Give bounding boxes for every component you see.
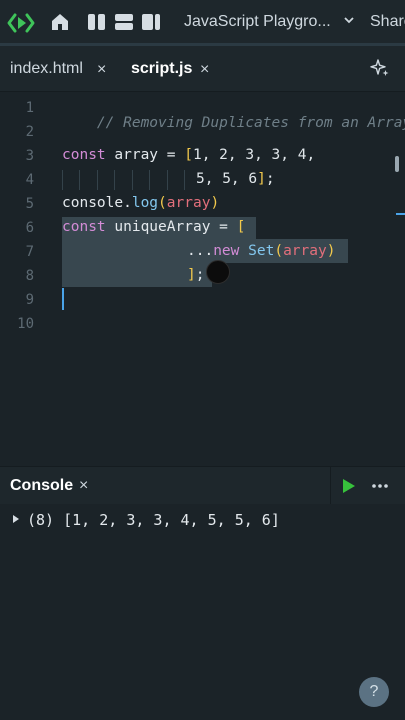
text-cursor [62, 288, 64, 310]
array-values: 5, 5, 6 [196, 171, 258, 187]
console-log-line[interactable]: (8) [1, 2, 3, 3, 4, 5, 5, 6] [27, 511, 280, 529]
console-close-icon[interactable]: × [79, 477, 88, 495]
help-button[interactable]: ? [359, 677, 389, 707]
paren-open: ( [158, 195, 167, 211]
identifier-array: array [114, 147, 159, 163]
playground-logo-icon[interactable] [6, 8, 36, 38]
touch-indicator [206, 260, 230, 284]
code-line-3[interactable]: const array = [1, 2, 3, 3, 4, [62, 147, 315, 163]
line-number: 5 [25, 196, 34, 212]
line-number: 8 [25, 268, 34, 284]
code-line-8[interactable]: ]; [187, 267, 204, 283]
line-number: 9 [25, 292, 34, 308]
line-number: 10 [17, 316, 34, 332]
operator-equals: = [166, 147, 176, 163]
tab-script-js[interactable]: script.js [131, 60, 192, 78]
line-number: 6 [25, 220, 34, 236]
indent-guide [79, 170, 80, 190]
top-bar: JavaScript Playgro... Share [0, 0, 405, 46]
tab-index-html-close-icon[interactable]: × [97, 61, 106, 79]
console-output [0, 504, 405, 720]
operator-equals: = [219, 219, 228, 235]
tab-index-html[interactable]: index.html [10, 60, 83, 78]
keyword-new: new [213, 243, 240, 259]
identifier-console: console. [62, 195, 132, 211]
code-line-1[interactable]: // Removing Duplicates from an Array [62, 99, 405, 147]
indent-guide [184, 170, 185, 190]
identifier-unique-array: uniqueArray [114, 219, 211, 235]
line-number: 3 [25, 148, 34, 164]
editor-scrollbar[interactable] [395, 156, 399, 172]
indent-guide [132, 170, 133, 190]
tab-script-js-close-icon[interactable]: × [200, 61, 209, 79]
indent-guide [114, 170, 115, 190]
bracket-close: ] [257, 171, 266, 187]
project-title[interactable]: JavaScript Playgro... [184, 13, 331, 31]
array-values: 1, 2, 3, 3, 4, [192, 147, 316, 163]
class-set: Set [248, 243, 275, 259]
line-number-gutter: 1 2 3 4 5 6 7 8 9 10 [0, 92, 50, 466]
code-comment: // Removing Duplicates from an Array [96, 115, 405, 131]
home-icon[interactable] [50, 12, 70, 32]
bracket-close: ] [187, 267, 196, 283]
argument-array: array [166, 195, 211, 211]
paren-close: ) [210, 195, 220, 211]
chevron-down-icon[interactable] [343, 14, 355, 26]
semicolon: ; [265, 171, 275, 187]
argument-array: array [283, 243, 327, 259]
function-log: log [131, 195, 159, 211]
indent-guide [62, 170, 63, 190]
paren-open: ( [274, 243, 284, 259]
console-title[interactable]: Console [10, 477, 73, 495]
line-number: 1 [25, 100, 34, 116]
code-line-4[interactable]: 5, 5, 6]; [196, 171, 275, 187]
indent-guide [149, 170, 150, 190]
code-line-6[interactable]: const uniqueArray = [ [62, 219, 245, 235]
indent-guide [97, 170, 98, 190]
layout-panel-icon[interactable] [141, 12, 161, 32]
spread-operator: ... [187, 243, 214, 259]
bracket-open: [ [184, 147, 193, 163]
share-button[interactable]: Share [370, 13, 405, 31]
console-divider [330, 467, 331, 505]
line-number: 4 [25, 172, 34, 188]
tab-bar: index.html × script.js × [0, 46, 405, 92]
line-number: 7 [25, 244, 34, 260]
bracket-open: [ [236, 219, 246, 235]
split-rows-icon[interactable] [114, 12, 134, 32]
expand-arrow-icon[interactable] [12, 514, 20, 524]
code-editor[interactable]: 1 2 3 4 5 6 7 8 9 10 // Removing Duplica… [0, 92, 405, 466]
ai-sparkle-icon[interactable] [370, 58, 390, 78]
indent-guide [167, 170, 168, 190]
paren-close: ) [326, 243, 336, 259]
scrollbar-marker [396, 213, 405, 215]
keyword-const: const [62, 147, 106, 163]
split-columns-icon[interactable] [87, 12, 107, 32]
semicolon: ; [195, 267, 205, 283]
line-number: 2 [25, 124, 34, 140]
more-options-icon[interactable] [371, 477, 389, 495]
console-header: Console × [0, 466, 405, 505]
keyword-const: const [62, 219, 106, 235]
code-line-7[interactable]: ...new Set(array) [187, 243, 335, 259]
run-play-icon[interactable] [341, 477, 357, 495]
code-line-5[interactable]: console.log(array) [62, 195, 219, 211]
